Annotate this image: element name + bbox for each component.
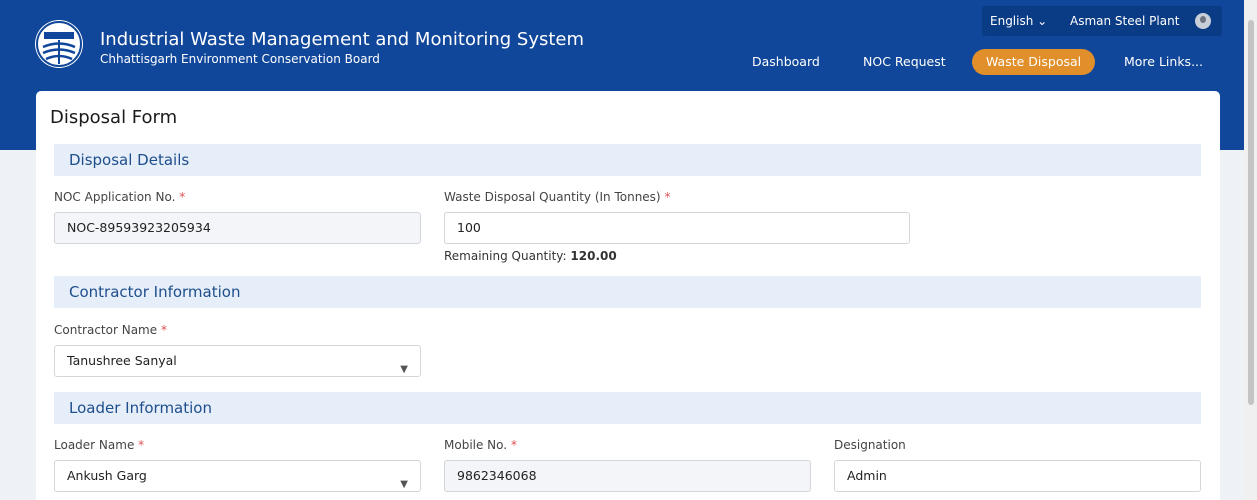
scrollbar-thumb[interactable] xyxy=(1248,20,1254,405)
user-avatar-icon[interactable] xyxy=(1195,13,1211,29)
disposal-form-card: Disposal Form Disposal Details NOC Appli… xyxy=(36,91,1220,500)
page-title: Disposal Form xyxy=(50,107,178,128)
user-menu[interactable]: Asman Steel Plant xyxy=(1070,14,1179,28)
section-disposal-details: Disposal Details xyxy=(54,144,1201,176)
noc-application-field[interactable]: NOC-89593923205934 xyxy=(54,212,421,244)
section-title: Disposal Details xyxy=(69,151,190,169)
disposal-quantity-label: Waste Disposal Quantity (In Tonnes) * xyxy=(444,190,671,204)
remaining-quantity-value: 120.00 xyxy=(570,249,617,263)
disposal-quantity-input[interactable]: 100 xyxy=(444,212,910,244)
loader-name-value: Ankush Garg xyxy=(67,468,147,483)
top-utility-bar: English ⌄ Asman Steel Plant xyxy=(982,6,1222,36)
app-title: Industrial Waste Management and Monitori… xyxy=(100,29,585,50)
app-subtitle: Chhattisgarh Environment Conservation Bo… xyxy=(100,52,380,66)
nav-dashboard[interactable]: Dashboard xyxy=(738,49,834,75)
nav-noc-request[interactable]: NOC Request xyxy=(849,49,960,75)
emblem-logo-icon[interactable] xyxy=(35,20,83,68)
contractor-name-label: Contractor Name * xyxy=(54,323,167,337)
nav-more-links[interactable]: More Links... xyxy=(1110,49,1217,75)
section-title: Loader Information xyxy=(69,399,212,417)
required-mark: * xyxy=(138,438,145,452)
loader-name-select[interactable]: Ankush Garg ▼ xyxy=(54,460,421,492)
language-selector[interactable]: English ⌄ xyxy=(990,14,1047,28)
section-contractor-information: Contractor Information xyxy=(54,276,1201,308)
contractor-name-select[interactable]: Tanushree Sanyal ▼ xyxy=(54,345,421,377)
noc-application-label: NOC Application No. * xyxy=(54,190,186,204)
contractor-name-value: Tanushree Sanyal xyxy=(67,353,177,368)
chevron-down-icon[interactable]: ▼ xyxy=(400,355,408,385)
remaining-quantity: Remaining Quantity: 120.00 xyxy=(444,249,617,263)
mobile-no-field[interactable]: 9862346068 xyxy=(444,460,811,492)
section-loader-information: Loader Information xyxy=(54,392,1201,424)
required-mark: * xyxy=(664,190,671,204)
loader-name-label: Loader Name * xyxy=(54,438,145,452)
designation-input[interactable]: Admin xyxy=(834,460,1201,492)
required-mark: * xyxy=(179,190,186,204)
designation-label: Designation xyxy=(834,438,906,452)
section-title: Contractor Information xyxy=(69,283,241,301)
required-mark: * xyxy=(510,438,517,452)
required-mark: * xyxy=(160,323,167,337)
nav-waste-disposal[interactable]: Waste Disposal xyxy=(972,49,1096,75)
mobile-no-label: Mobile No. * xyxy=(444,438,517,452)
chevron-down-icon[interactable]: ▼ xyxy=(400,470,408,500)
